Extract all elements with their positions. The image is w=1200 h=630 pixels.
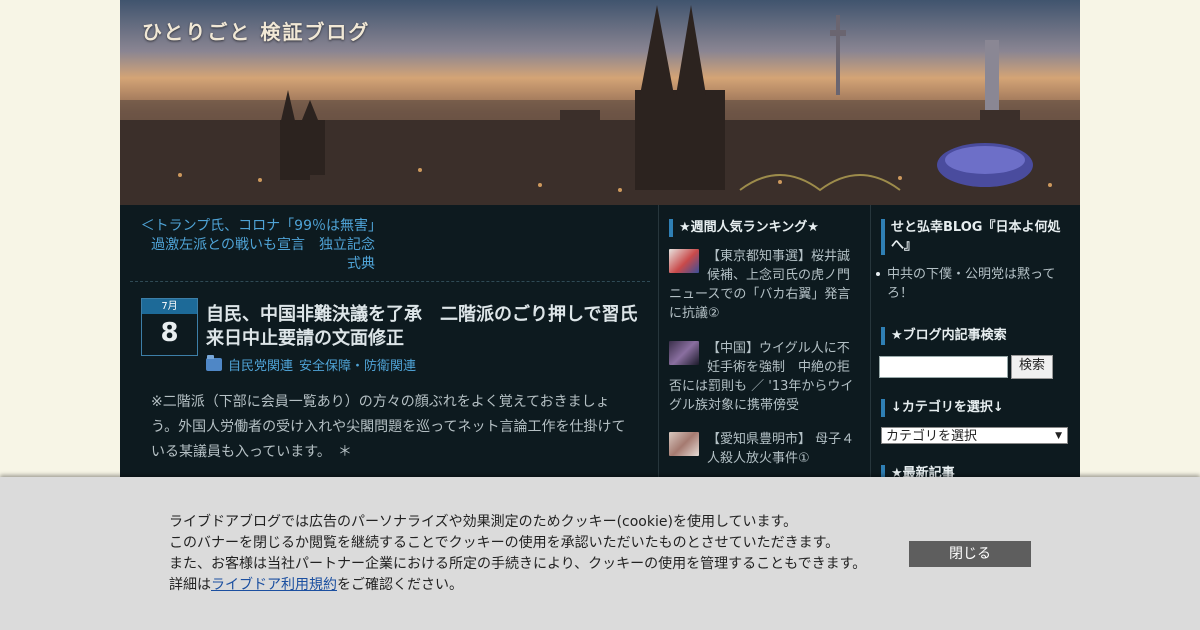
ranking-item[interactable]: 【東京都知事選】桜井誠候補、上念司氏の虎ノ門ニュースでの「バカ右翼」発言に抗議②	[669, 247, 857, 323]
cookie-banner: ライブドアブログでは広告のパーソナライズや効果測定のためクッキー(cookie)…	[0, 477, 1200, 630]
category-link[interactable]: 安全保障・防衛関連	[299, 355, 416, 374]
search-input[interactable]	[879, 356, 1008, 378]
ranking-item[interactable]: 【愛知県豊明市】 母子４人殺人放火事件①	[669, 430, 857, 468]
post-categories: 自民党関連 安全保障・防衛関連	[206, 354, 416, 374]
cookie-message: ライブドアブログでは広告のパーソナライズや効果測定のためクッキー(cookie)…	[169, 512, 889, 596]
search-heading: ★ブログ内記事検索	[881, 327, 1007, 345]
thumbnail-image	[669, 432, 699, 456]
post-day: 8	[160, 318, 179, 348]
seto-blog-heading: せと弘幸BLOG『日本よ何処へ』	[881, 219, 1067, 255]
ranking-heading: ★週間人気ランキング★	[669, 219, 819, 237]
post-month: 7月	[142, 299, 197, 314]
folder-icon	[206, 354, 222, 371]
ranking-item[interactable]: 【中国】ウイグル人に不妊手術を強制 中絶の拒否には罰則も ／ '13年からウイグ…	[669, 339, 857, 415]
category-select[interactable]: カテゴリを選択 ▼	[881, 427, 1068, 444]
seto-blog-link[interactable]: 中共の下僕・公明党は黙ってろ！	[876, 265, 1067, 303]
category-select-value: カテゴリを選択	[886, 429, 978, 444]
thumbnail-image	[669, 341, 699, 365]
thumbnail-image	[669, 249, 699, 273]
category-link[interactable]: 自民党関連	[228, 355, 293, 374]
cookie-line: また、お客様は当社パートナー企業における所定の手続きにより、クッキーの使用を管理…	[169, 556, 867, 572]
post-date: 7月 8	[141, 298, 198, 356]
post-body: ※二階派（下部に会員一覧あり）の方々の顔ぶれをよく覚えておきましょう。外国人労働…	[151, 394, 626, 460]
search-button[interactable]: 検索	[1011, 355, 1053, 379]
category-heading: ↓カテゴリを選択↓	[881, 399, 1004, 417]
cookie-detail: 詳細はライブドア利用規約をご確認ください。	[169, 575, 889, 596]
close-button[interactable]: 閉じる	[909, 541, 1031, 567]
cookie-line: このバナーを閉じるか閲覧を継続することでクッキーの使用を承認いただいたものとさせ…	[169, 535, 840, 551]
ranking-item-title[interactable]: 【愛知県豊明市】 母子４人殺人放火事件①	[707, 432, 854, 466]
cookie-line: ライブドアブログでは広告のパーソナライズや効果測定のためクッキー(cookie)…	[169, 514, 798, 530]
prev-post-link[interactable]: ＜トランプ氏、コロナ「99％は無害」 過激左派との戦いも宣言 独立記念式典	[140, 217, 389, 274]
divider	[130, 281, 650, 282]
header-banner[interactable]: ひとりごと 検証ブログ	[120, 0, 1080, 205]
dropdown-arrow-icon: ▼	[1055, 431, 1062, 441]
cookie-detail-prefix: 詳細は	[169, 577, 211, 593]
terms-link[interactable]: ライブドア利用規約	[211, 577, 337, 593]
cookie-detail-suffix: をご確認ください。	[337, 577, 463, 593]
post-title[interactable]: 自民、中国非難決議を了承 二階派のごり押しで習氏来日中止要請の文面修正	[206, 303, 646, 351]
blog-title[interactable]: ひとりごと 検証ブログ	[142, 16, 370, 45]
